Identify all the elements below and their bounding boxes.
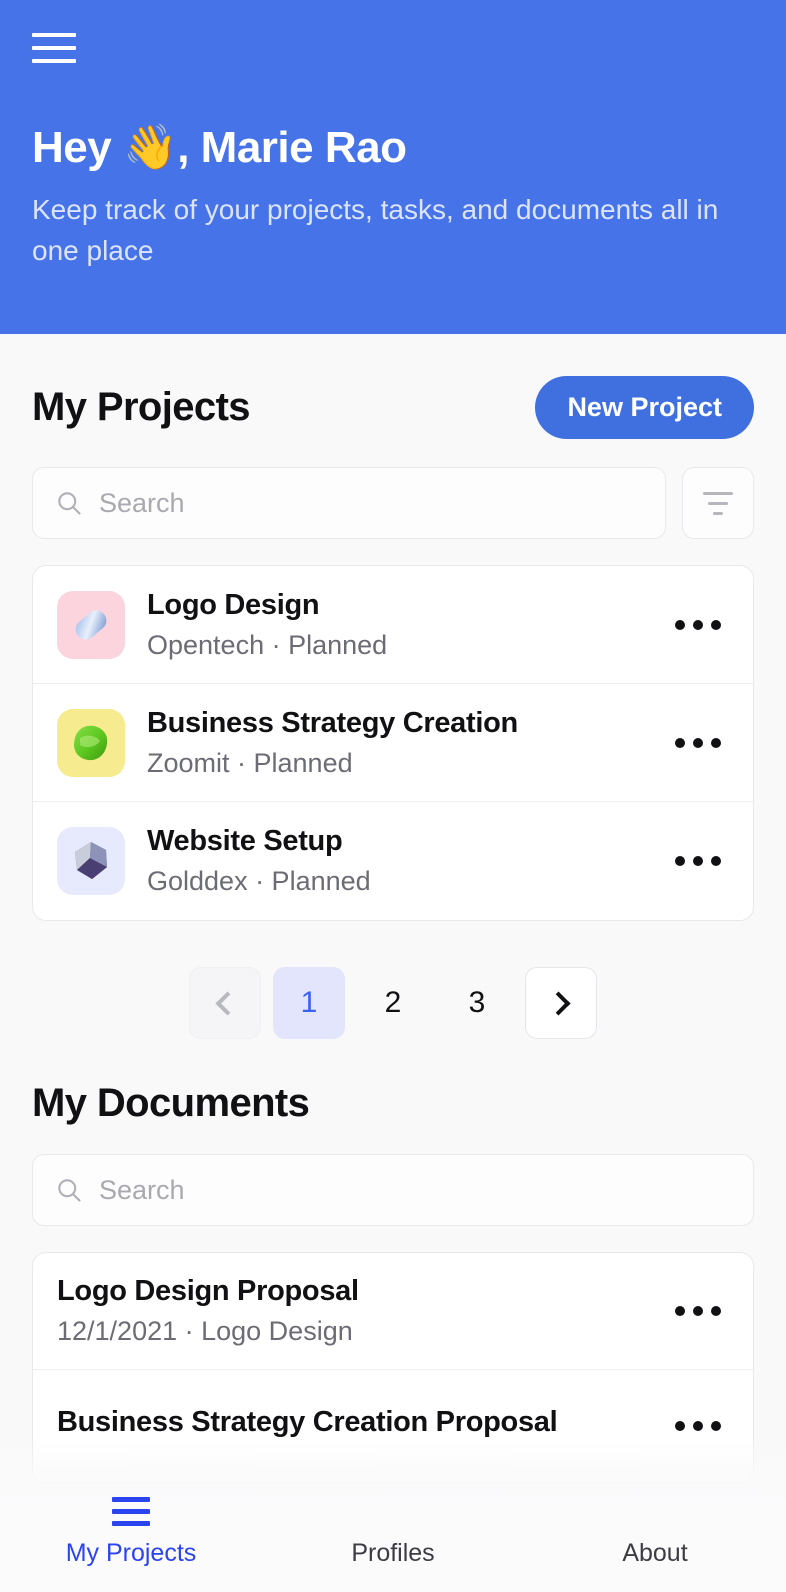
nav-label: My Projects <box>65 1538 197 1567</box>
project-name: Logo Design <box>147 588 320 621</box>
dot <box>693 1421 703 1431</box>
project-row[interactable]: Website Setup Golddex · Planned <box>33 802 753 920</box>
document-name: Business Strategy Creation Proposal <box>57 1405 558 1438</box>
greeting-subtitle: Keep track of your projects, tasks, and … <box>32 194 719 266</box>
document-info: Logo Design Proposal 12/1/2021 · Logo De… <box>57 1275 645 1347</box>
pagination-page-1[interactable]: 1 <box>273 967 345 1039</box>
hamburger-line <box>32 33 76 37</box>
project-info: Business Strategy Creation Zoomit · Plan… <box>147 707 645 779</box>
project-name: Business Strategy Creation <box>147 706 518 739</box>
projects-filter-button[interactable] <box>682 467 754 539</box>
dot <box>711 856 721 866</box>
nav-label: Profiles <box>351 1538 435 1567</box>
project-meta: Zoomit · Planned <box>147 747 353 778</box>
project-thumbnail <box>57 827 125 895</box>
blob-3d-icon <box>74 725 108 760</box>
dot <box>693 1306 703 1316</box>
documents-list: Logo Design Proposal 12/1/2021 · Logo De… <box>32 1252 754 1483</box>
pagination-page-3[interactable]: 3 <box>441 967 513 1039</box>
list-lines-icon <box>112 1496 150 1527</box>
document-name: Logo Design Proposal <box>57 1275 359 1307</box>
filter-line <box>708 501 728 505</box>
project-meta: Golddex · Planned <box>147 866 371 896</box>
dot <box>693 737 703 748</box>
project-row[interactable]: Business Strategy Creation Zoomit · Plan… <box>33 684 753 802</box>
dot <box>711 619 721 630</box>
document-row-menu-button[interactable] <box>667 1296 729 1326</box>
project-meta: Opentech · Planned <box>147 629 388 660</box>
filter-icon <box>703 491 733 515</box>
projects-list: Logo Design Opentech · Planned Business … <box>32 565 754 921</box>
dot <box>675 1306 685 1316</box>
chevron-right-icon <box>546 990 571 1016</box>
documents-search-input[interactable]: Search <box>32 1154 754 1226</box>
new-project-button[interactable]: New Project <box>535 376 754 439</box>
list-line <box>112 1521 150 1527</box>
pagination-page-2[interactable]: 2 <box>357 967 429 1039</box>
projects-search-row: Search <box>32 467 754 539</box>
project-info: Logo Design Opentech · Planned <box>147 589 645 661</box>
documents-search-row: Search <box>32 1154 754 1226</box>
dot <box>693 619 703 630</box>
app-header: Hey 👋, Marie Rao Keep track of your proj… <box>0 0 786 334</box>
dot <box>711 1421 721 1431</box>
document-row-menu-button[interactable] <box>667 1411 729 1441</box>
filter-line <box>713 511 723 515</box>
dot <box>675 856 685 866</box>
projects-title: My Projects <box>32 385 251 429</box>
dot <box>711 737 721 748</box>
documents-title: My Documents <box>32 1081 310 1125</box>
search-icon <box>58 1179 81 1202</box>
dot <box>693 856 703 866</box>
projects-section: My Projects New Project Search Logo Desi… <box>0 376 786 1039</box>
bottom-navigation: My Projects Profiles About <box>0 1480 786 1592</box>
dot <box>675 1421 685 1431</box>
project-name: Website Setup <box>147 825 343 857</box>
document-row[interactable]: Business Strategy Creation Proposal <box>33 1370 753 1482</box>
polyhedron-3d-icon <box>75 842 107 879</box>
nav-item-profiles[interactable]: Profiles <box>262 1497 524 1568</box>
dot <box>711 1306 721 1316</box>
project-row-menu-button[interactable] <box>667 610 729 640</box>
filter-line <box>703 491 733 495</box>
nav-item-my-projects[interactable]: My Projects <box>0 1496 262 1568</box>
app-screen: Hey 👋, Marie Rao Keep track of your proj… <box>0 0 786 1592</box>
capsule-3d-icon <box>75 610 107 639</box>
documents-search-placeholder: Search <box>99 1174 185 1205</box>
project-row-menu-button[interactable] <box>667 846 729 876</box>
projects-header: My Projects New Project <box>32 376 754 439</box>
dot <box>675 619 685 630</box>
project-info: Website Setup Golddex · Planned <box>147 825 645 897</box>
document-meta: 12/1/2021 · Logo Design <box>57 1316 353 1346</box>
documents-section: My Documents Search Logo Design Proposal… <box>0 1081 786 1483</box>
project-thumbnail <box>57 590 125 659</box>
chevron-left-icon <box>215 990 240 1016</box>
hamburger-line <box>32 46 76 50</box>
projects-search-input[interactable]: Search <box>32 467 666 539</box>
document-info: Business Strategy Creation Proposal <box>57 1406 645 1447</box>
project-thumbnail <box>57 708 125 777</box>
project-row-menu-button[interactable] <box>667 728 729 758</box>
pagination-prev-button[interactable] <box>189 967 261 1039</box>
hamburger-menu-icon[interactable] <box>32 30 76 66</box>
list-line <box>112 1496 150 1502</box>
dot <box>675 737 685 748</box>
hamburger-line <box>32 59 76 63</box>
search-icon <box>58 492 81 515</box>
greeting-title: Hey 👋, Marie Rao <box>32 123 407 172</box>
nav-label: About <box>622 1538 688 1567</box>
document-row[interactable]: Logo Design Proposal 12/1/2021 · Logo De… <box>33 1253 753 1370</box>
projects-search-placeholder: Search <box>99 487 185 518</box>
list-line <box>112 1508 150 1515</box>
projects-pagination: 1 2 3 <box>32 967 754 1039</box>
nav-item-about[interactable]: About <box>524 1497 786 1568</box>
pagination-next-button[interactable] <box>525 967 597 1039</box>
documents-header: My Documents <box>32 1081 754 1126</box>
project-row[interactable]: Logo Design Opentech · Planned <box>33 566 753 684</box>
